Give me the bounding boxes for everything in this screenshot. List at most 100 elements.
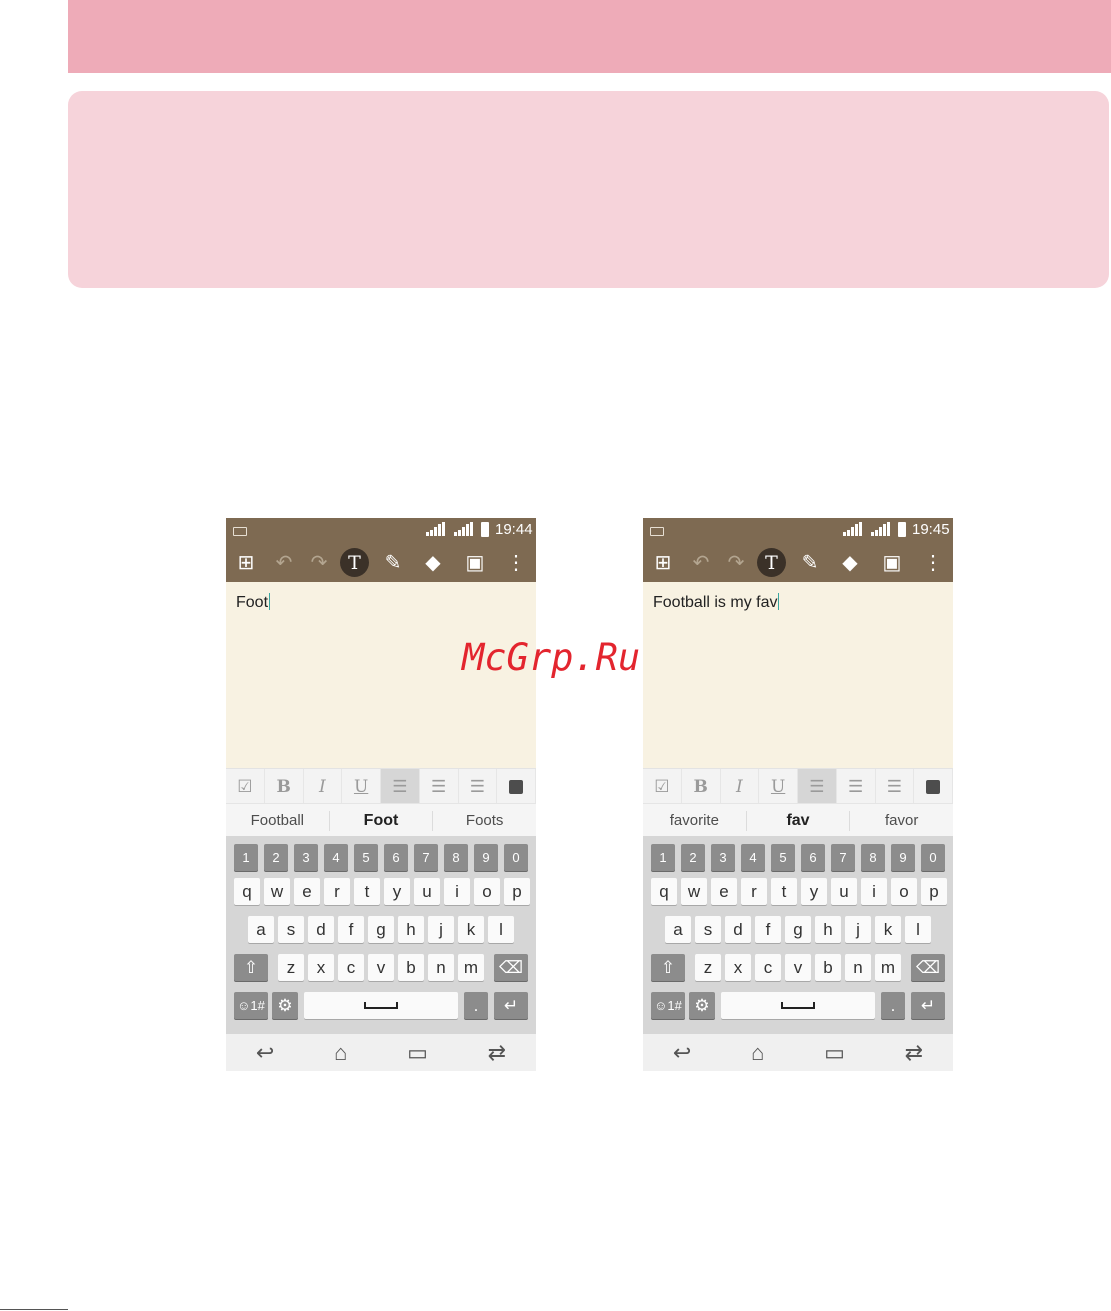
- key-y[interactable]: y: [801, 878, 827, 905]
- key-4[interactable]: 4: [324, 844, 348, 871]
- key-1[interactable]: 1: [234, 844, 258, 871]
- key-g[interactable]: g: [785, 916, 811, 943]
- key-j[interactable]: j: [428, 916, 454, 943]
- text-color-button[interactable]: [497, 769, 536, 804]
- key-p[interactable]: p: [921, 878, 947, 905]
- key-5[interactable]: 5: [771, 844, 795, 871]
- key-2[interactable]: 2: [681, 844, 705, 871]
- key-2[interactable]: 2: [264, 844, 288, 871]
- key-w[interactable]: w: [681, 878, 707, 905]
- suggestion-right[interactable]: favor: [850, 811, 953, 831]
- checkbox-icon[interactable]: ☑: [226, 769, 265, 804]
- key-b[interactable]: b: [398, 954, 424, 981]
- suggestion-left[interactable]: Football: [226, 810, 330, 831]
- key-v[interactable]: v: [785, 954, 811, 981]
- key-h[interactable]: h: [815, 916, 841, 943]
- checkbox-icon[interactable]: ☑: [643, 769, 682, 804]
- align-center-button[interactable]: ☰: [837, 769, 876, 804]
- key-i[interactable]: i: [861, 878, 887, 905]
- key-d[interactable]: d: [725, 916, 751, 943]
- spacebar[interactable]: [304, 992, 458, 1019]
- backspace-key[interactable]: ⌫: [494, 954, 528, 981]
- italic-button[interactable]: I: [304, 769, 343, 804]
- shift-key[interactable]: ⇧: [234, 954, 268, 981]
- key-o[interactable]: o: [891, 878, 917, 905]
- redo-icon[interactable]: ↷: [722, 548, 750, 576]
- key-9[interactable]: 9: [891, 844, 915, 871]
- bold-button[interactable]: B: [265, 769, 304, 804]
- dual-window-icon[interactable]: ⇄: [488, 1040, 506, 1066]
- key-x[interactable]: x: [725, 954, 751, 981]
- key-1[interactable]: 1: [651, 844, 675, 871]
- key-h[interactable]: h: [398, 916, 424, 943]
- period-key[interactable]: .: [881, 992, 905, 1019]
- key-7[interactable]: 7: [831, 844, 855, 871]
- back-icon[interactable]: ↩: [256, 1040, 274, 1066]
- key-u[interactable]: u: [831, 878, 857, 905]
- key-e[interactable]: e: [711, 878, 737, 905]
- key-a[interactable]: a: [665, 916, 691, 943]
- key-i[interactable]: i: [444, 878, 470, 905]
- key-3[interactable]: 3: [711, 844, 735, 871]
- key-g[interactable]: g: [368, 916, 394, 943]
- period-key[interactable]: .: [464, 992, 488, 1019]
- home-icon[interactable]: ⌂: [751, 1040, 764, 1066]
- key-e[interactable]: e: [294, 878, 320, 905]
- key-8[interactable]: 8: [444, 844, 468, 871]
- pen-icon[interactable]: ✎: [379, 548, 407, 576]
- key-z[interactable]: z: [278, 954, 304, 981]
- key-3[interactable]: 3: [294, 844, 318, 871]
- view-icon[interactable]: ⊞: [232, 548, 260, 576]
- italic-button[interactable]: I: [721, 769, 760, 804]
- align-center-button[interactable]: ☰: [420, 769, 459, 804]
- key-r[interactable]: r: [741, 878, 767, 905]
- view-icon[interactable]: ⊞: [649, 548, 677, 576]
- enter-key[interactable]: ↵: [494, 992, 528, 1019]
- eraser-icon[interactable]: ◆: [419, 548, 447, 576]
- key-f[interactable]: f: [755, 916, 781, 943]
- suggestion-center[interactable]: fav: [747, 810, 851, 831]
- more-icon[interactable]: ⋮: [502, 548, 530, 576]
- align-left-button[interactable]: ☰: [381, 769, 420, 804]
- bold-button[interactable]: B: [682, 769, 721, 804]
- home-icon[interactable]: ⌂: [334, 1040, 347, 1066]
- redo-icon[interactable]: ↷: [305, 548, 333, 576]
- key-a[interactable]: a: [248, 916, 274, 943]
- save-icon[interactable]: ▣: [878, 548, 906, 576]
- key-l[interactable]: l: [488, 916, 514, 943]
- key-r[interactable]: r: [324, 878, 350, 905]
- key-n[interactable]: n: [845, 954, 871, 981]
- pen-icon[interactable]: ✎: [796, 548, 824, 576]
- backspace-key[interactable]: ⌫: [911, 954, 945, 981]
- key-k[interactable]: k: [458, 916, 484, 943]
- key-7[interactable]: 7: [414, 844, 438, 871]
- settings-key[interactable]: ⚙: [689, 992, 715, 1019]
- undo-icon[interactable]: ↶: [270, 548, 298, 576]
- key-5[interactable]: 5: [354, 844, 378, 871]
- back-icon[interactable]: ↩: [673, 1040, 691, 1066]
- key-4[interactable]: 4: [741, 844, 765, 871]
- note-text-area[interactable]: Football is my fav: [653, 593, 780, 612]
- save-icon[interactable]: ▣: [461, 548, 489, 576]
- dual-window-icon[interactable]: ⇄: [905, 1040, 923, 1066]
- recents-icon[interactable]: ▭: [407, 1040, 428, 1066]
- key-x[interactable]: x: [308, 954, 334, 981]
- text-tool-icon[interactable]: T: [757, 548, 786, 577]
- key-z[interactable]: z: [695, 954, 721, 981]
- align-right-button[interactable]: ☰: [876, 769, 915, 804]
- suggestion-center[interactable]: Foot: [330, 810, 434, 831]
- key-l[interactable]: l: [905, 916, 931, 943]
- note-text-area[interactable]: Foot: [236, 593, 271, 612]
- suggestion-right[interactable]: Foots: [433, 811, 536, 831]
- key-q[interactable]: q: [234, 878, 260, 905]
- underline-button[interactable]: U: [759, 769, 798, 804]
- key-b[interactable]: b: [815, 954, 841, 981]
- enter-key[interactable]: ↵: [911, 992, 945, 1019]
- key-u[interactable]: u: [414, 878, 440, 905]
- settings-key[interactable]: ⚙: [272, 992, 298, 1019]
- key-9[interactable]: 9: [474, 844, 498, 871]
- shift-key[interactable]: ⇧: [651, 954, 685, 981]
- key-d[interactable]: d: [308, 916, 334, 943]
- key-6[interactable]: 6: [384, 844, 408, 871]
- align-left-button[interactable]: ☰: [798, 769, 837, 804]
